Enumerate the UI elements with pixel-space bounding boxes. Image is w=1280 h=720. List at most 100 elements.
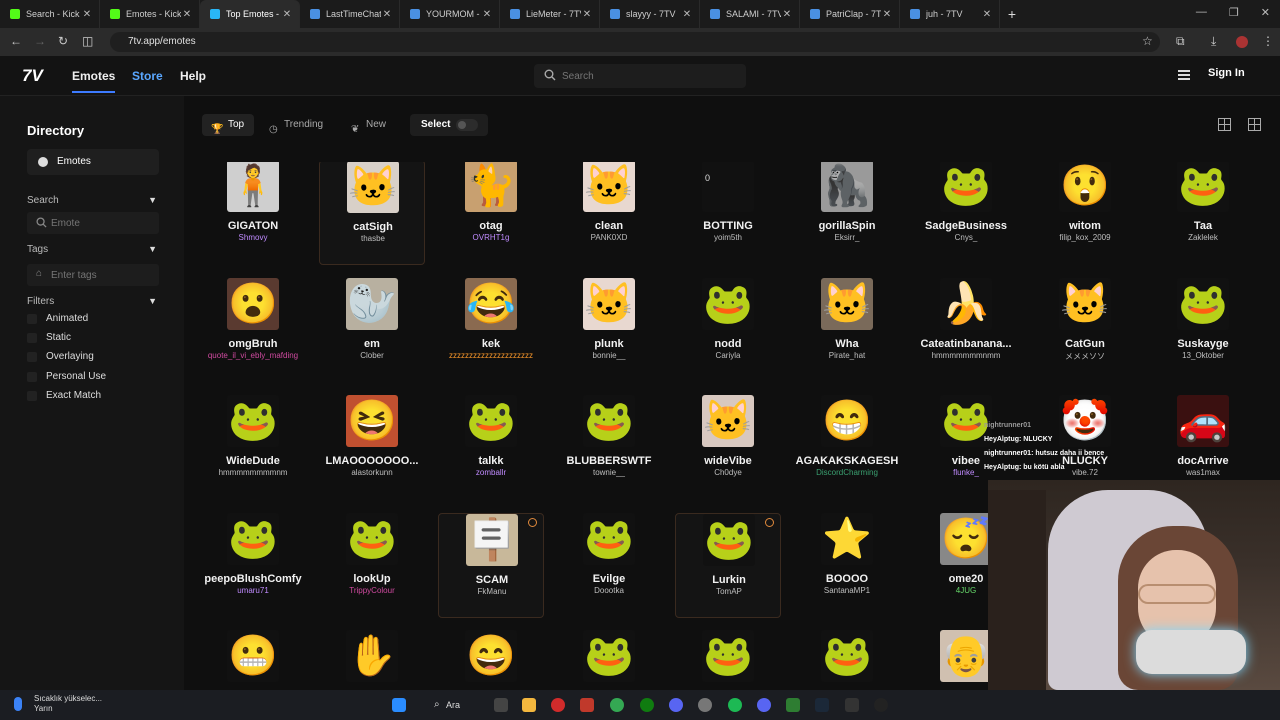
emote-author[interactable]: filip_kox_2009 — [1032, 233, 1138, 242]
tags-section-header[interactable]: Tags ▼ — [27, 244, 159, 255]
emote-card[interactable]: 😆 LMAOOOOOOO... alastorkunn — [319, 395, 425, 500]
header-search-input[interactable] — [562, 64, 732, 88]
nav-emotes[interactable]: Emotes — [72, 69, 116, 93]
browser-tab[interactable]: LieMeter - 7TV ✕ — [500, 0, 600, 28]
emote-card[interactable]: 0 BOTTING yoim5th — [675, 162, 781, 265]
emote-search-field[interactable] — [27, 212, 159, 234]
tab-close-icon[interactable]: ✕ — [281, 9, 293, 20]
emote-card[interactable]: 🐸 Evilge Doootka — [556, 513, 662, 618]
browser-tab[interactable]: PatriClap - 7TV✕ — [800, 0, 900, 28]
tab-close-icon[interactable]: ✕ — [681, 9, 693, 20]
emote-author[interactable]: Clober — [319, 351, 425, 360]
app-icon-2[interactable] — [786, 698, 800, 712]
filter-overlaying[interactable]: Overlaying — [27, 350, 94, 364]
tab-close-icon[interactable]: ✕ — [781, 9, 793, 20]
emote-card[interactable]: 🐸 SadgeBusiness Cnys_ — [913, 162, 1019, 265]
minimize-icon[interactable]: — — [1196, 6, 1207, 19]
emote-author[interactable]: Shmovy — [200, 233, 306, 242]
emote-card[interactable]: 🐸 talkk zomballr — [438, 395, 544, 500]
emote-author[interactable]: TrippyColour — [319, 586, 425, 595]
emote-author[interactable]: hmmmmmmmmnm — [200, 468, 306, 477]
sort-new-button[interactable]: ❦ New — [348, 114, 392, 136]
emote-author[interactable]: alastorkunn — [319, 468, 425, 477]
tags-field[interactable]: ⌂ — [27, 264, 159, 286]
tab-close-icon[interactable]: ✕ — [181, 9, 193, 20]
emote-card[interactable]: 🦭 em Clober — [319, 278, 425, 383]
sidebar-toggle-icon[interactable]: ◫ — [82, 34, 93, 48]
emote-card[interactable]: 😬GlumlenieAyeFssBee — [200, 630, 306, 690]
sort-top-button[interactable]: 🏆 Top — [202, 114, 254, 136]
emote-card[interactable]: 😄2Headmistrzu — [438, 630, 544, 690]
emote-card[interactable]: 😂 kek zzzzzzzzzzzzzzzzzzzzz — [438, 278, 544, 383]
emote-card[interactable]: 🐈 otag OVRHT1g — [438, 162, 544, 265]
emote-card[interactable]: 🐱 plunk bonnie__ — [556, 278, 662, 383]
new-tab-icon[interactable]: + — [1000, 6, 1024, 22]
windows-start-icon[interactable] — [392, 698, 406, 712]
emote-card[interactable]: ✋glizzyRChubbyBMouse — [319, 630, 425, 690]
emote-author[interactable]: bonnie__ — [556, 351, 662, 360]
tab-close-icon[interactable]: ✕ — [81, 9, 93, 20]
emote-author[interactable]: メメメソソ — [1032, 351, 1138, 362]
emote-card[interactable]: 🐸 Lurkin TomAP — [675, 513, 781, 618]
emote-card[interactable]: 🐸 nodd Cariyla — [675, 278, 781, 383]
emote-card[interactable]: 🧍 GIGATON Shmovy — [200, 162, 306, 265]
extensions-icon[interactable]: ⧉ — [1176, 34, 1185, 49]
sort-trending-button[interactable]: ◷ Trending — [266, 114, 336, 136]
emote-author[interactable]: PANK0XD — [556, 233, 662, 242]
download-icon[interactable]: ⤓ — [1211, 34, 1216, 49]
emote-card[interactable]: 🐸peepoLosteventoluas — [794, 630, 900, 690]
nav-help[interactable]: Help — [180, 69, 206, 83]
filter-exact-match[interactable]: Exact Match — [27, 389, 101, 403]
emote-card[interactable]: 🐱 wideVibe Ch0dye — [675, 395, 781, 500]
emote-author[interactable]: quote_il_vi_ebly_mafding — [200, 351, 306, 360]
emote-card[interactable]: 🐸 BLUBBERSWTF townie__ — [556, 395, 662, 500]
tab-close-icon[interactable]: ✕ — [881, 9, 893, 20]
emote-author[interactable]: thasbe — [320, 234, 426, 243]
browser-tab[interactable]: SALAMI - 7TV ✕ — [700, 0, 800, 28]
emote-author[interactable]: Doootka — [556, 586, 662, 595]
emote-card[interactable]: 🐱 Wha Pirate_hat — [794, 278, 900, 383]
emote-card[interactable]: 🐸 WideDude hmmmmmmmmnm — [200, 395, 306, 500]
obs-icon[interactable] — [874, 698, 888, 712]
browser-tab[interactable]: Search - Kick ✕ — [0, 0, 100, 28]
emote-author[interactable]: Ch0dye — [675, 468, 781, 477]
emote-author[interactable]: FkManu — [439, 587, 545, 596]
tab-close-icon[interactable]: ✕ — [581, 9, 593, 20]
emote-card[interactable]: ⭐ BOOOO SantanaMP1 — [794, 513, 900, 618]
emote-author[interactable]: DiscordCharming — [794, 468, 900, 477]
checkbox[interactable] — [27, 372, 37, 382]
browser-tab[interactable]: LastTimeChatt ✕ — [300, 0, 400, 28]
tags-input[interactable] — [51, 264, 151, 286]
filters-section-header[interactable]: Filters ▼ — [27, 296, 159, 307]
weather-widget[interactable]: Sıcaklık yükselec... Yarın — [14, 694, 102, 714]
checkbox[interactable] — [27, 333, 37, 343]
emote-card[interactable]: 🪧 SCAM FkManu — [438, 513, 544, 618]
emote-card[interactable]: 🐸EZClaptlaBuiva3OGE — [556, 630, 662, 690]
grid-small-view-icon[interactable] — [1248, 118, 1261, 131]
filter-personal-use[interactable]: Personal Use — [27, 370, 106, 384]
browser-menu-icon[interactable]: ⋮ — [1262, 34, 1274, 48]
emote-author[interactable]: umaru71 — [200, 586, 306, 595]
emote-card[interactable]: 🐸EvilgeCazl — [675, 630, 781, 690]
emote-card[interactable]: 🐱 clean PANK0XD — [556, 162, 662, 265]
browser-tab[interactable]: slayyy - 7TV ✕ — [600, 0, 700, 28]
emote-card[interactable]: 🐸 Suskayge 13_Oktober — [1150, 278, 1256, 383]
checkbox[interactable] — [27, 391, 37, 401]
tab-close-icon[interactable]: ✕ — [381, 9, 393, 20]
browser-tab[interactable]: juh - 7TV ✕ — [900, 0, 1000, 28]
header-search[interactable] — [534, 64, 746, 88]
7tv-logo[interactable]: 7V — [22, 66, 43, 86]
emote-author[interactable]: Cariyla — [675, 351, 781, 360]
sign-in-button[interactable]: Sign In — [1208, 67, 1245, 79]
emote-card[interactable]: 🐸 lookUp TrippyColour — [319, 513, 425, 618]
emote-card[interactable]: 😁 AGAKAKSKAGESH DiscordCharming — [794, 395, 900, 500]
back-icon[interactable]: ← — [10, 34, 22, 48]
settings-icon[interactable] — [698, 698, 712, 712]
browser-tab[interactable]: YOURMOM - 7 ✕ — [400, 0, 500, 28]
emote-card[interactable]: 🦍 gorillaSpin Eksirr_ — [794, 162, 900, 265]
emote-card[interactable]: 🐸 peepoBlushComfy umaru71 — [200, 513, 306, 618]
checkbox[interactable] — [27, 314, 37, 324]
grid-large-view-icon[interactable] — [1218, 118, 1231, 131]
emote-card[interactable]: 🍌 Cateatinbanana... hmmmmmmmnmm — [913, 278, 1019, 383]
nav-store[interactable]: Store — [132, 69, 163, 83]
